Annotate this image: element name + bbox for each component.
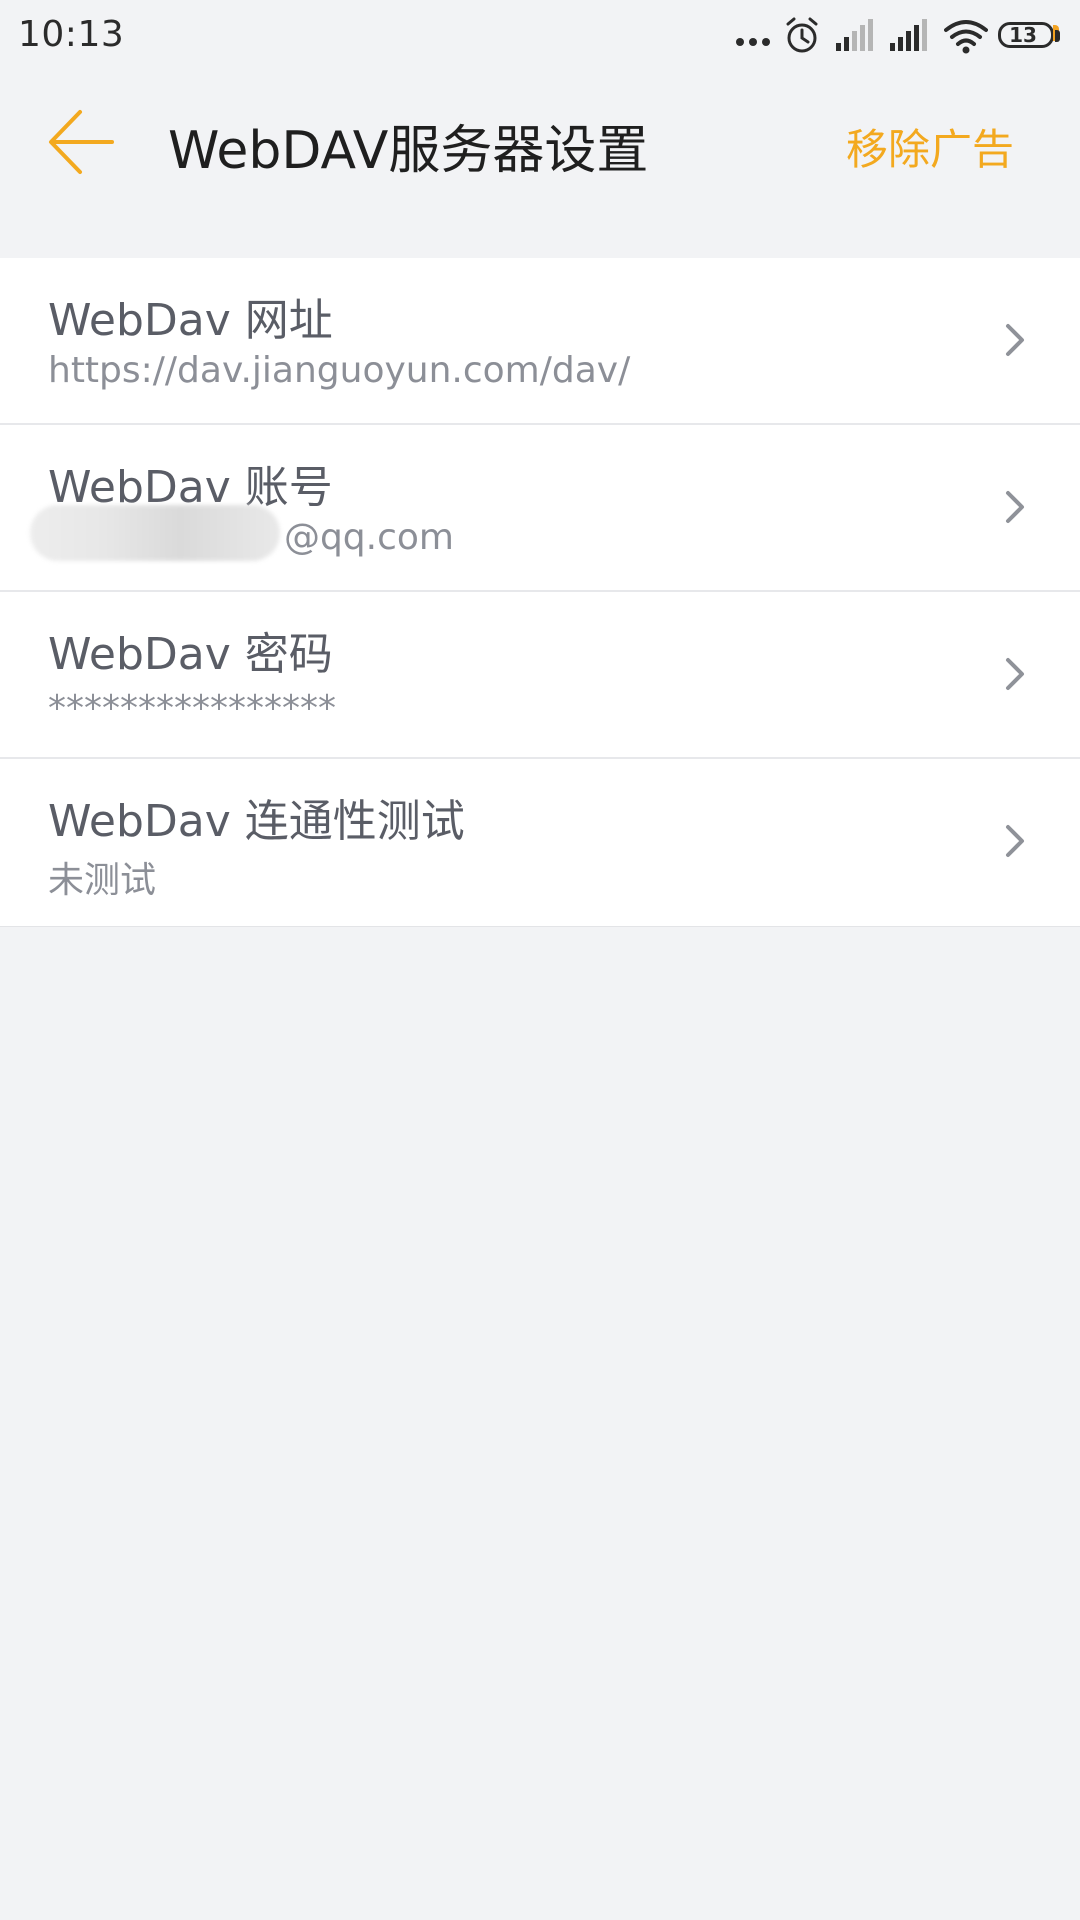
status-icons: 13 [734,16,1062,56]
setting-item-webdav-password[interactable]: WebDav 密码 **************** [0,592,1080,759]
chevron-right-icon [1006,324,1024,356]
setting-value: **************** [48,688,336,729]
setting-title: WebDav 网址 [48,295,333,346]
setting-value: 未测试 [48,860,157,901]
signal-icon [834,19,876,53]
setting-title: WebDav 连通性测试 [48,796,465,847]
alarm-icon [784,16,820,56]
more-dots-icon [734,16,774,56]
setting-title: WebDav 密码 [48,629,333,680]
setting-item-webdav-account[interactable]: WebDav 账号 2xxxxxxxxxx@qq.com [0,425,1080,592]
setting-value: https://dav.jianguoyun.com/dav/ [48,350,631,391]
setting-value-text: @qq.com [283,517,454,558]
redacted-blur [30,505,280,561]
remove-ads-button[interactable]: 移除广告 [846,116,1014,177]
chevron-right-icon [1006,658,1024,690]
settings-list: WebDav 网址 https://dav.jianguoyun.com/dav… [0,258,1080,927]
app-bar: WebDAV服务器设置 移除广告 [0,74,1080,210]
back-button[interactable] [40,104,124,184]
signal-icon [888,19,930,53]
chevron-right-icon [1006,491,1024,523]
wifi-icon [944,18,988,54]
status-time: 10:13 [18,14,125,55]
arrow-left-icon [48,108,116,180]
setting-item-connectivity-test[interactable]: WebDav 连通性测试 未测试 [0,759,1080,926]
battery-icon: 13 [998,21,1062,51]
page-title: WebDAV服务器设置 [168,121,649,181]
setting-item-webdav-url[interactable]: WebDav 网址 https://dav.jianguoyun.com/dav… [0,258,1080,425]
chevron-right-icon [1006,825,1024,857]
battery-level-text: 13 [1009,23,1037,47]
status-bar: 10:13 13 [0,0,1080,74]
